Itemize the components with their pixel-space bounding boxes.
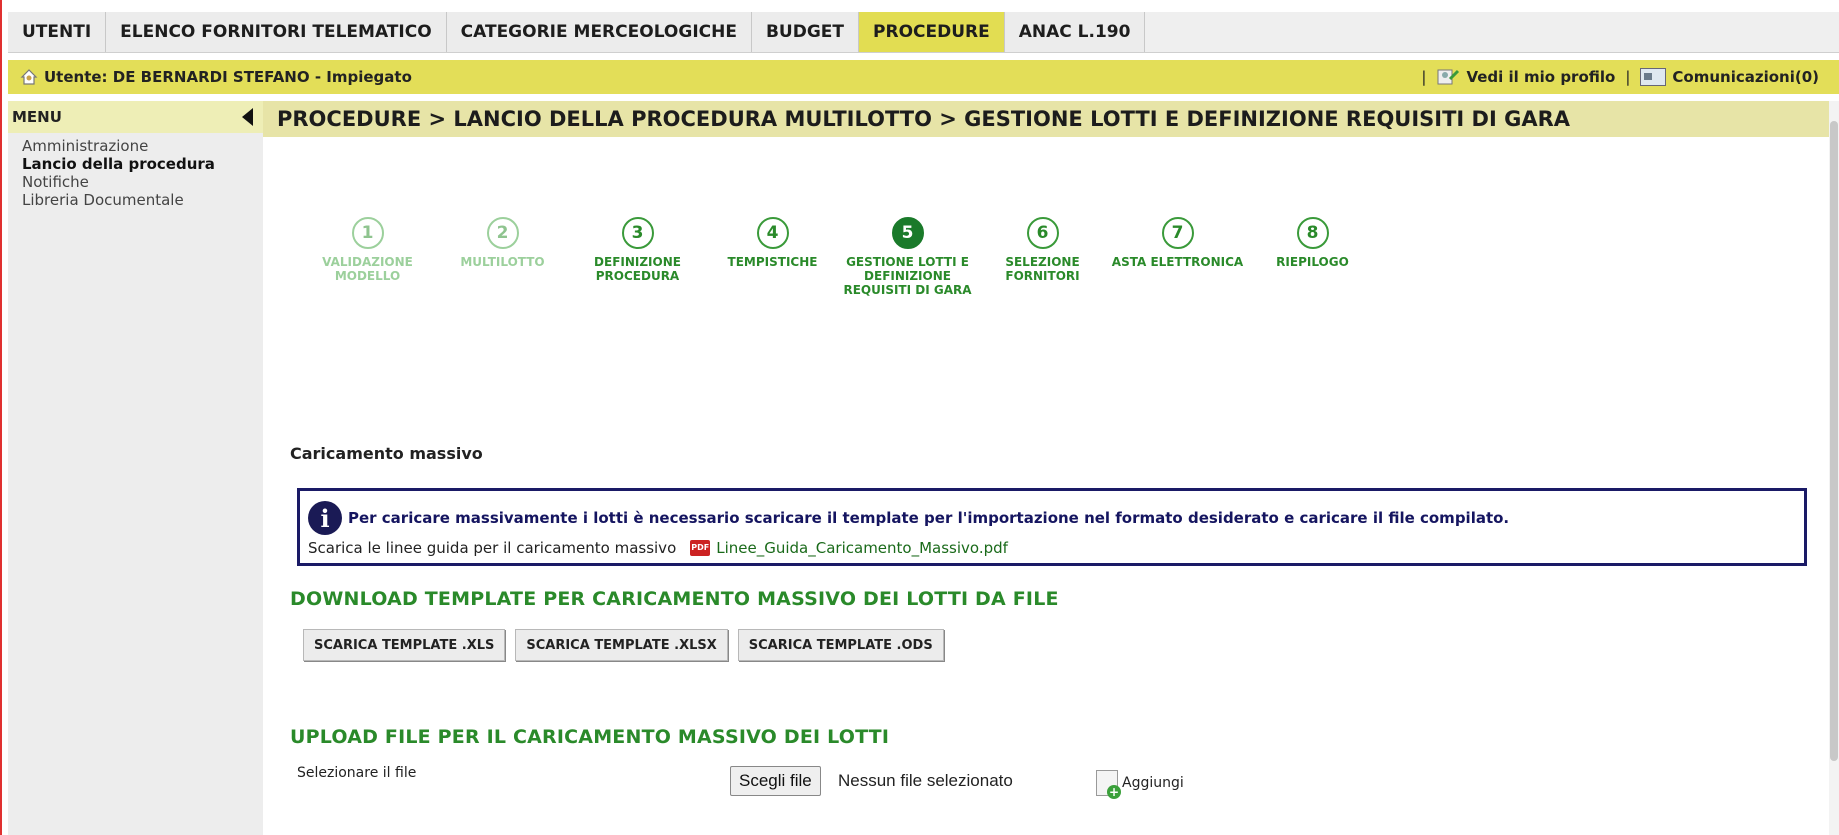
step-label: SELEZIONE FORNITORI (1005, 255, 1080, 283)
step-label: ASTA ELETTRONICA (1111, 255, 1244, 269)
sidebar-item-libreria-documentale[interactable]: Libreria Documentale (8, 191, 263, 209)
upload-title: UPLOAD FILE PER IL CARICAMENTO MASSIVO D… (290, 726, 890, 748)
pdf-guide-link[interactable]: Linee_Guida_Caricamento_Massivo.pdf (716, 539, 1008, 557)
template-buttons: SCARICA TEMPLATE .XLS SCARICA TEMPLATE .… (303, 629, 954, 661)
sidebar-item-amministrazione[interactable]: Amministrazione (8, 137, 263, 155)
tab-budget[interactable]: BUDGET (751, 12, 860, 52)
menu-title: MENU (12, 108, 62, 126)
collapse-menu-icon[interactable] (242, 108, 253, 126)
step-5[interactable]: 5 GESTIONE LOTTI E DEFINIZIONE REQUISITI… (840, 217, 975, 297)
page-scrollbar[interactable] (1829, 101, 1839, 835)
tab-utenti[interactable]: UTENTI (8, 12, 107, 52)
step-number[interactable]: 5 (891, 217, 924, 249)
separator: | (1625, 68, 1631, 86)
pdf-icon: PDF (690, 540, 711, 556)
separator: | (1421, 68, 1427, 86)
tab-procedure[interactable]: PROCEDURE (859, 12, 1005, 52)
sidebar-item-notifiche[interactable]: Notifiche (8, 173, 263, 191)
step-label: VALIDAZIONE MODELLO (322, 255, 413, 283)
info-box: i Per caricare massivamente i lotti è ne… (297, 488, 1807, 566)
step-number[interactable]: 4 (756, 217, 789, 249)
step-label: RIEPILOGO (1276, 255, 1349, 269)
info-text: Per caricare massivamente i lotti è nece… (348, 509, 1510, 527)
info-icon: i (308, 501, 342, 535)
file-field-label: Selezionare il file (297, 765, 417, 781)
download-xls-button[interactable]: SCARICA TEMPLATE .XLS (303, 629, 506, 661)
communications-link[interactable]: Comunicazioni(0) (1672, 68, 1819, 86)
step-label: GESTIONE LOTTI E DEFINIZIONE REQUISITI D… (843, 255, 972, 297)
add-label: Aggiungi (1122, 775, 1184, 791)
menu-header: MENU (8, 101, 263, 133)
profile-icon (1437, 69, 1460, 85)
step-number[interactable]: 7 (1161, 217, 1194, 249)
step-number[interactable]: 8 (1296, 217, 1329, 249)
caricamento-title: Caricamento massivo (290, 444, 483, 463)
tab-categorie-merceologiche[interactable]: CATEGORIE MERCEOLOGICHE (446, 12, 752, 52)
choose-file-button[interactable]: Scegli file (730, 766, 821, 796)
user-home-icon (20, 69, 38, 85)
user-bar: Utente: DE BERNARDI STEFANO - Impiegato … (8, 60, 1839, 94)
message-icon (1640, 68, 1667, 86)
step-label: TEMPISTICHE (727, 255, 818, 269)
step-number[interactable]: 3 (621, 217, 654, 249)
left-edge-line (0, 0, 2, 835)
user-info: Utente: DE BERNARDI STEFANO - Impiegato (44, 68, 412, 86)
step-1[interactable]: 1 VALIDAZIONE MODELLO (300, 217, 435, 297)
profile-link[interactable]: Vedi il mio profilo (1466, 68, 1615, 86)
step-number[interactable]: 6 (1026, 217, 1059, 249)
wizard-steps: 1 VALIDAZIONE MODELLO 2 MULTILOTTO 3 DEF… (300, 217, 1380, 297)
sidebar-item-lancio-procedura[interactable]: Lancio della procedura (8, 155, 263, 173)
step-number[interactable]: 2 (486, 217, 519, 249)
main-tabs: UTENTI ELENCO FORNITORI TELEMATICO CATEG… (8, 12, 1839, 53)
add-file-button[interactable]: Aggiungi (1096, 770, 1184, 799)
scrollbar-thumb[interactable] (1830, 121, 1838, 761)
step-8[interactable]: 8 RIEPILOGO (1245, 217, 1380, 297)
sidebar: Amministrazione Lancio della procedura N… (8, 133, 263, 835)
add-file-icon (1096, 770, 1121, 799)
step-3[interactable]: 3 DEFINIZIONE PROCEDURA (570, 217, 705, 297)
step-7[interactable]: 7 ASTA ELETTRONICA (1110, 217, 1245, 297)
step-label: DEFINIZIONE PROCEDURA (594, 255, 681, 283)
step-number[interactable]: 1 (351, 217, 384, 249)
tab-anac[interactable]: ANAC L.190 (1004, 12, 1146, 52)
download-ods-button[interactable]: SCARICA TEMPLATE .ODS (737, 629, 944, 661)
step-4[interactable]: 4 TEMPISTICHE (705, 217, 840, 297)
step-6[interactable]: 6 SELEZIONE FORNITORI (975, 217, 1110, 297)
download-title: DOWNLOAD TEMPLATE PER CARICAMENTO MASSIV… (290, 588, 1059, 610)
step-label: MULTILOTTO (460, 255, 545, 269)
download-xlsx-button[interactable]: SCARICA TEMPLATE .XLSX (515, 629, 728, 661)
breadcrumb-text: PROCEDURE > LANCIO DELLA PROCEDURA MULTI… (277, 107, 1571, 131)
breadcrumb: PROCEDURE > LANCIO DELLA PROCEDURA MULTI… (263, 101, 1839, 137)
guide-text: Scarica le linee guida per il caricament… (308, 539, 677, 557)
no-file-text: Nessun file selezionato (838, 771, 1013, 790)
step-2[interactable]: 2 MULTILOTTO (435, 217, 570, 297)
tab-elenco-fornitori[interactable]: ELENCO FORNITORI TELEMATICO (106, 12, 447, 52)
